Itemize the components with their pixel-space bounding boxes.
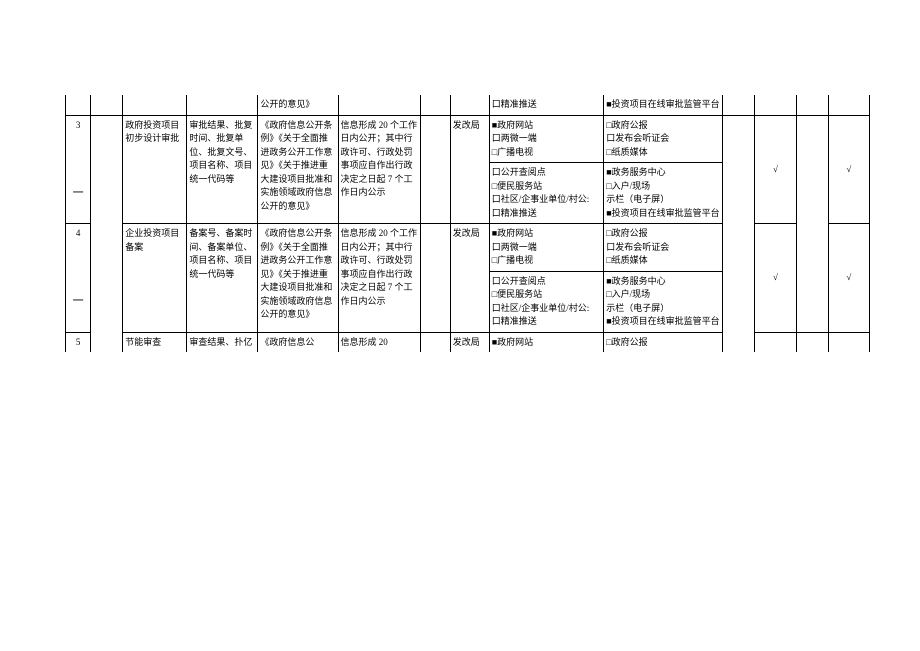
cell-channel-left: 口精准推送: [489, 95, 604, 115]
cell-dept: 发改局: [450, 332, 489, 352]
cell-basis: 公开的意见》: [258, 95, 338, 115]
cell-check: [828, 332, 869, 352]
cell-empty: [420, 224, 450, 333]
cell-channel-left-a: ■政府网站 口两微一端 □广播电视: [489, 224, 604, 272]
cell-dept: 发改局: [450, 224, 489, 333]
table-row: 4 企业投资项目备案 备案号、备案时间、备案单位、项目名称、项目统一代码等 《政…: [66, 224, 870, 272]
cell-name: 政府投资项目初步设计审批: [123, 115, 187, 224]
cell-channel-left-a: ■政府网站 口两微一端 □广播电视: [489, 115, 604, 163]
table-row: 公开的意见》 口精准推送 ■投资项目在线审批监管平台: [66, 95, 870, 115]
cell-content: 审批结果、批复时间、批复单位、批复文号、项目名称、项目统一代码等: [187, 115, 258, 224]
cell-empty: [420, 95, 450, 115]
cell-basis: 《政府信息公: [258, 332, 338, 352]
cell-name: 节能审查: [123, 332, 187, 352]
cell-channel-right: □政府公报: [604, 332, 723, 352]
cell-empty: [91, 115, 123, 224]
cell-channel-left: ■政府网站: [489, 332, 604, 352]
cell-num: [66, 95, 91, 115]
cell-empty: [796, 95, 828, 115]
cell-empty: [420, 115, 450, 224]
cell-channel-right: ■投资项目在线审批监管平台: [604, 95, 723, 115]
cell-content: [187, 95, 258, 115]
cell-channel-right-b: ■政务服务中心 □入户/现场 示栏（电子屏） ■投资项目在线审批监管平台: [604, 163, 723, 224]
cell-check: [828, 95, 869, 115]
cell-check: √: [828, 224, 869, 333]
cell-dept: 发改局: [450, 115, 489, 224]
cell-name: 企业投资项目备案: [123, 224, 187, 333]
cell-num: 3: [66, 115, 91, 163]
cell-timing: [338, 95, 420, 115]
cell-empty: [420, 332, 450, 352]
cell-num: 5: [66, 332, 91, 352]
cell-channel-right-b: ■政务服务中心 □入户/现场 示栏（电子屏） ■投资项目在线审批监管平台: [604, 271, 723, 332]
cell-name: [123, 95, 187, 115]
disclosure-table: 公开的意见》 口精准推送 ■投资项目在线审批监管平台 3 政府投资项目初步设计审…: [65, 95, 870, 352]
cell-timing: 信息形成 20: [338, 332, 420, 352]
cell-basis: 《政府信息公开条例》《关于全面推进政务公开工作意 见》《关于推进重大建设项目批准…: [258, 115, 338, 224]
table-row: 5 节能审查 审查结果、扑亿 《政府信息公 信息形成 20 发改局 ■政府网站 …: [66, 332, 870, 352]
cell-empty: [723, 95, 755, 115]
cell-empty: [796, 115, 828, 224]
cell-channel-right-a: □政府公报 口发布会听证会 □纸质媒体: [604, 115, 723, 163]
cell-check: √: [755, 224, 796, 333]
cell-empty: [91, 224, 123, 333]
cell-empty: [796, 224, 828, 333]
cell-channel-left-b: 口公开查阅点 □便民服务站 口社区/企事业单位/村公: 口精准推送: [489, 163, 604, 224]
cell-channel-left-b: 口公开查阅点 □便民服务站 口社区/企事业单位/村公: 口精准推送: [489, 271, 604, 332]
cell-empty: [796, 332, 828, 352]
cell-check: √: [755, 115, 796, 224]
cell-empty: [723, 224, 755, 333]
cell-num: 4: [66, 224, 91, 272]
cell-check: [755, 332, 796, 352]
cell-channel-right-a: □政府公报 口发布会听证会 □纸质媒体: [604, 224, 723, 272]
cell-empty: [723, 332, 755, 352]
cell-empty: [91, 332, 123, 352]
document-page: 公开的意见》 口精准推送 ■投资项目在线审批监管平台 3 政府投资项目初步设计审…: [0, 0, 920, 651]
cell-empty: [723, 115, 755, 224]
cell-content: 审查结果、扑亿: [187, 332, 258, 352]
cell-check: [755, 95, 796, 115]
cell-timing: 信息形成 20 个工作日内公开；其中行政许可、行政处罚事项应自作出行政决定之日起…: [338, 115, 420, 224]
cell-num-sub: 一: [66, 163, 91, 224]
cell-basis: 《政府信息公开条例》《关于全面推进政务公开工作意 见》《关于推进重大建设项目批准…: [258, 224, 338, 333]
cell-empty: [91, 95, 123, 115]
cell-check: √: [828, 115, 869, 224]
cell-dept: [450, 95, 489, 115]
cell-num-sub: 一: [66, 271, 91, 332]
table-row: 3 政府投资项目初步设计审批 审批结果、批复时间、批复单位、批复文号、项目名称、…: [66, 115, 870, 163]
cell-timing: 信息形成 20 个工作日内公开；其中行政许可、行政处罚事项应自作出行政决定之日起…: [338, 224, 420, 333]
cell-content: 备案号、备案时间、备案单位、项目名称、项目统一代码等: [187, 224, 258, 333]
